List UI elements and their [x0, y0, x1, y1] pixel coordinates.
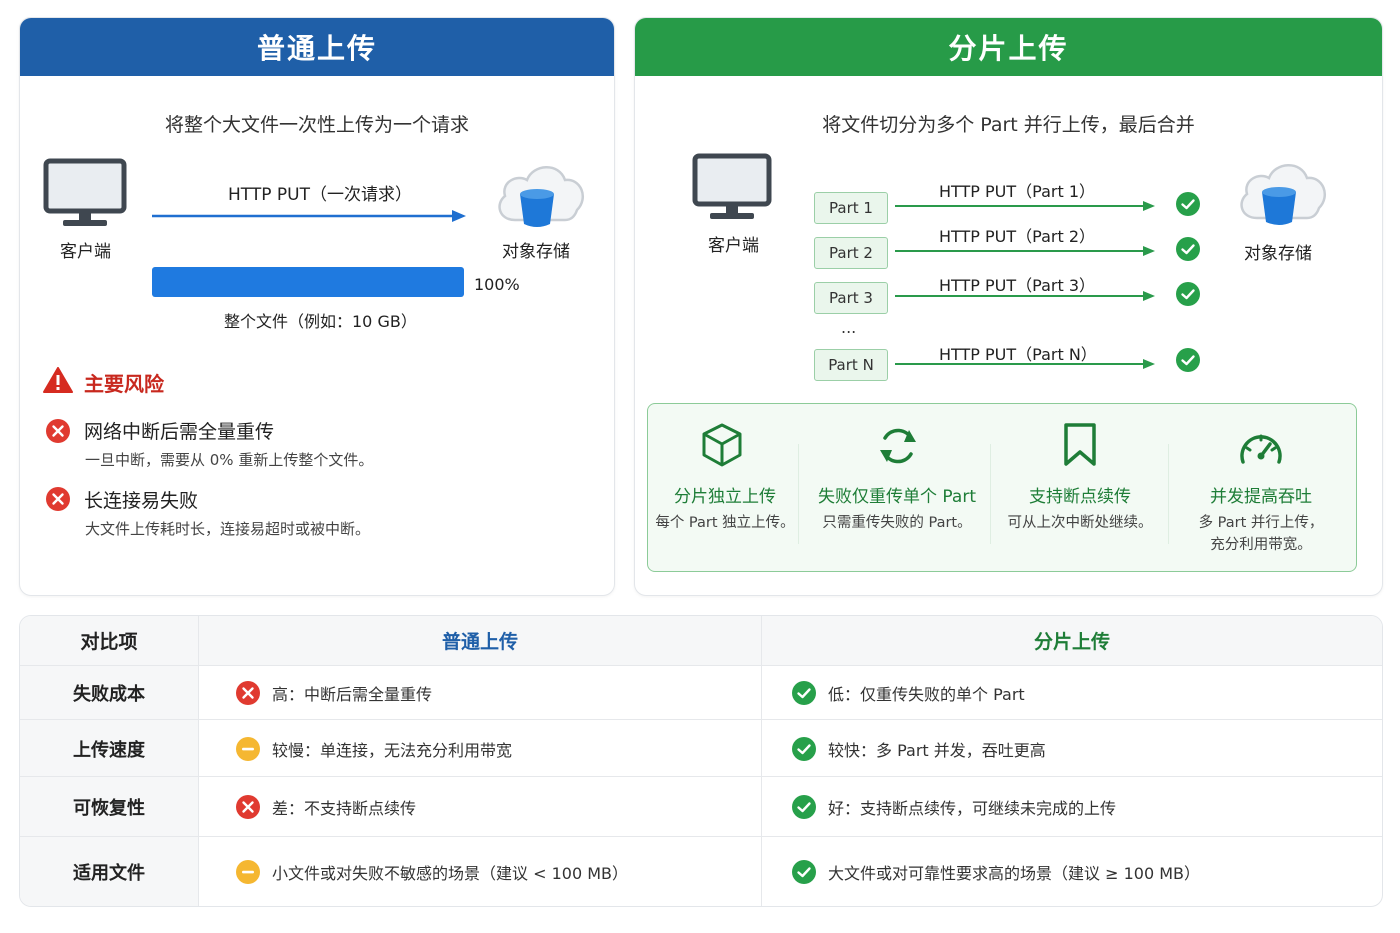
table-header-multipart: 分片上传 — [762, 616, 1382, 665]
cell-text: 好：支持断点续传，可继续未完成的上传 — [828, 799, 1117, 818]
table-row: 失败成本 高：中断后需全量重传 低：仅重传失败的单个 Part — [20, 665, 1382, 720]
feature-item: 并发提高吞吐 多 Part 并行上传， 充分利用带宽。 — [1170, 404, 1352, 571]
cell-text: 差：不支持断点续传 — [272, 799, 417, 818]
risks-title: 主要风险 — [84, 372, 164, 396]
cell-text: 较快：多 Part 并发，吞吐更高 — [828, 740, 1046, 760]
normal-upload-panel: 普通上传 将整个大文件一次性上传为一个请求 客户端 HTTP PUT（一次请求）… — [19, 17, 615, 596]
client-label: 客户端 — [60, 242, 111, 262]
cell-multipart: 大文件或对可靠性要求高的场景（建议 ≥ 100 MB） — [762, 837, 1382, 906]
cell-multipart: 低：仅重传失败的单个 Part — [762, 666, 1382, 720]
progress-percent: 100% — [474, 275, 520, 294]
feature-divider — [990, 444, 991, 544]
bookmark-icon — [1064, 423, 1096, 466]
feature-desc: 只需重传失败的 Part。 — [822, 515, 972, 531]
normal-upload-subtitle: 将整个大文件一次性上传为一个请求 — [164, 114, 469, 136]
part-box: Part N — [814, 349, 888, 381]
feature-item: 失败仅重传单个 Part 只需重传失败的 Part。 — [804, 404, 990, 571]
cell-text: 小文件或对失败不敏感的场景（建议 < 100 MB） — [272, 864, 628, 883]
comparison-table: 对比项 普通上传 分片上传 失败成本 高：中断后需全量重传 低：仅重传失败的单个 P… — [19, 615, 1383, 907]
risk-name: 长连接易失败 — [84, 490, 199, 512]
table-header-normal: 普通上传 — [199, 616, 762, 665]
table-row: 可恢复性 差：不支持断点续传 好：支持断点续传，可继续未完成的上传 — [20, 776, 1382, 837]
cell-multipart: 较快：多 Part 并发，吞吐更高 — [762, 720, 1382, 777]
table-row: 适用文件 小文件或对失败不敏感的场景（建议 < 100 MB） 大文件或对可靠性要求… — [20, 836, 1382, 906]
check-icon — [1176, 348, 1200, 372]
table-row: 上传速度 较慢：单连接，无法充分利用带宽 较快：多 Part 并发，吞吐更高 — [20, 719, 1382, 777]
cell-normal: 高：中断后需全量重传 — [199, 666, 762, 720]
cell-text: 高：中断后需全量重传 — [272, 685, 433, 704]
feature-desc: 多 Part 并行上传， 充分利用带宽。 — [1198, 515, 1324, 553]
warning-minus-icon — [236, 736, 260, 761]
progress-track — [152, 267, 464, 297]
risk-desc: 大文件上传耗时长，连接易超时或被中断。 — [85, 520, 371, 538]
normal-upload-title: 普通上传 — [20, 18, 614, 76]
cell-text: 低：仅重传失败的单个 Part — [828, 685, 1025, 704]
feature-title: 并发提高吞吐 — [1210, 487, 1312, 507]
client-label: 客户端 — [708, 236, 759, 256]
check-icon — [792, 795, 816, 819]
warning-minus-icon — [236, 860, 260, 884]
feature-title: 支持断点续传 — [1029, 487, 1131, 507]
refresh-icon — [880, 428, 916, 464]
check-icon — [1176, 282, 1200, 306]
table-header-row: 对比项 普通上传 分片上传 — [20, 616, 1382, 665]
risk-desc: 一旦中断，需要从 0% 重新上传整个文件。 — [85, 451, 374, 469]
multipart-upload-subtitle: 将文件切分为多个 Part 并行上传，最后合并 — [822, 114, 1195, 136]
feature-item: 支持断点续传 可从上次中断处继续。 — [992, 404, 1168, 571]
monitor-icon — [692, 153, 772, 219]
feature-divider — [798, 444, 799, 544]
cell-normal: 差：不支持断点续传 — [199, 777, 762, 837]
cell-normal: 较慢：单连接，无法充分利用带宽 — [199, 720, 762, 777]
storage-label: 对象存储 — [1244, 244, 1312, 264]
part-arrows — [895, 201, 1155, 369]
check-icon — [792, 681, 816, 705]
storage-label: 对象存储 — [502, 242, 570, 262]
check-icon — [1176, 192, 1200, 216]
check-icon — [792, 736, 816, 761]
cube-icon — [702, 423, 742, 467]
part-box: Part 3 — [814, 282, 888, 314]
cell-normal: 小文件或对失败不敏感的场景（建议 < 100 MB） — [199, 837, 762, 906]
risk-name: 网络中断后需全量重传 — [84, 421, 275, 443]
cell-text: 大文件或对可靠性要求高的场景（建议 ≥ 100 MB） — [828, 864, 1200, 883]
speedometer-icon — [1240, 434, 1282, 464]
check-icon — [792, 860, 816, 884]
request-label: HTTP PUT（一次请求） — [228, 185, 412, 205]
error-icon — [46, 419, 70, 443]
feature-desc: 每个 Part 独立上传。 — [655, 515, 795, 531]
row-label: 适用文件 — [20, 837, 199, 906]
warning-icon — [43, 367, 73, 393]
row-label: 上传速度 — [20, 720, 199, 777]
file-label: 整个文件（例如：10 GB） — [224, 312, 417, 331]
parts-ellipsis: ... — [841, 318, 857, 337]
cloud-storage-icon — [1240, 164, 1326, 225]
table-header-item: 对比项 — [20, 616, 199, 665]
part-box: Part 2 — [814, 237, 888, 269]
error-icon — [236, 681, 260, 705]
monitor-icon — [43, 158, 127, 226]
feature-title: 分片独立上传 — [674, 487, 776, 507]
cell-multipart: 好：支持断点续传，可继续未完成的上传 — [762, 777, 1382, 837]
feature-item: 分片独立上传 每个 Part 独立上传。 — [652, 404, 798, 571]
check-icon — [1176, 237, 1200, 261]
error-icon — [46, 487, 70, 511]
multipart-upload-title: 分片上传 — [635, 18, 1382, 76]
cloud-storage-icon — [498, 166, 584, 227]
row-label: 可恢复性 — [20, 777, 199, 837]
part-box: Part 1 — [814, 192, 888, 224]
progress-fill — [152, 267, 464, 297]
feature-divider — [1168, 444, 1169, 544]
feature-desc: 可从上次中断处继续。 — [1007, 515, 1153, 531]
cell-text: 较慢：单连接，无法充分利用带宽 — [272, 740, 513, 760]
row-label: 失败成本 — [20, 666, 199, 720]
feature-title: 失败仅重传单个 Part — [818, 487, 976, 507]
error-icon — [236, 795, 260, 819]
request-arrow — [152, 210, 466, 222]
features-box: 分片独立上传 每个 Part 独立上传。 失败仅重传单个 Part 只需重传失败… — [647, 403, 1357, 572]
